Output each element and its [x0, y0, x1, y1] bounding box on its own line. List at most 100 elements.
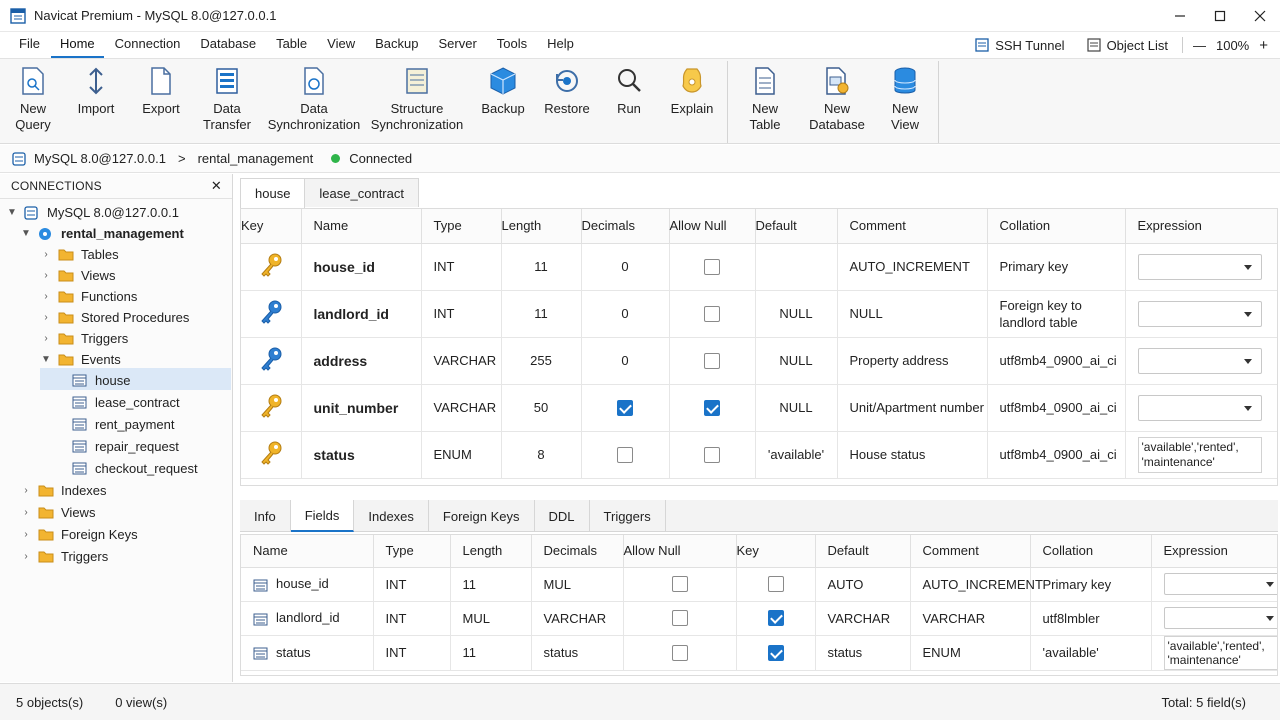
field-comment[interactable]: House status — [837, 431, 988, 479]
field-collation[interactable]: Primary key — [1030, 567, 1152, 602]
field-default[interactable]: NULL — [755, 337, 838, 385]
col-header-expression[interactable]: Expression — [1151, 535, 1277, 568]
tree-node-views-2[interactable]: › Views — [20, 502, 95, 523]
field-decimals[interactable]: 0 — [581, 337, 670, 385]
chevron-down-icon[interactable]: ▼ — [6, 207, 18, 218]
tree-node-views[interactable]: › Views — [40, 265, 115, 286]
field-length[interactable]: 11 — [450, 635, 532, 671]
field-comment[interactable]: Property address — [837, 337, 988, 385]
field-type[interactable]: VARCHAR — [421, 337, 502, 385]
col-header-key[interactable]: Key — [736, 535, 816, 568]
menu-file[interactable]: File — [10, 32, 49, 58]
col-header-expression[interactable]: Expression — [1125, 209, 1277, 244]
field-type[interactable]: ENUM — [421, 431, 502, 479]
menu-server[interactable]: Server — [429, 32, 485, 58]
field-type[interactable]: VARCHAR — [421, 384, 502, 432]
allow-null-checkbox[interactable] — [704, 305, 720, 322]
tree-node-foreign-keys[interactable]: › Foreign Keys — [20, 524, 137, 545]
col-header-key[interactable]: Key — [241, 209, 302, 244]
ssh-tunnel-button[interactable]: SSH Tunnel — [967, 38, 1072, 53]
table-row[interactable]: house_id INT 11 MUL AUTO AUTO_INCREMENT … — [241, 567, 1277, 602]
col-header-collation[interactable]: Collation — [987, 209, 1126, 244]
maximize-button[interactable] — [1200, 0, 1240, 32]
menu-tools[interactable]: Tools — [488, 32, 536, 58]
tree-node-events[interactable]: ▼ Events — [40, 349, 121, 370]
field-length[interactable]: 11 — [501, 290, 582, 338]
new-query-button[interactable]: New Query — [13, 65, 53, 141]
expression-text[interactable]: 'available','rented', 'maintenance' — [1163, 635, 1277, 670]
decimals-checkbox[interactable] — [617, 446, 633, 463]
field-collation[interactable]: utf8mb4_0900_ai_ci — [987, 384, 1126, 432]
expression-text[interactable]: 'available','rented', 'maintenance' — [1137, 436, 1262, 473]
field-name[interactable]: status — [276, 645, 311, 660]
expression-dropdown[interactable] — [1137, 347, 1262, 374]
allow-null-checkbox[interactable] — [671, 576, 688, 593]
col-header-length[interactable]: Length — [450, 535, 532, 568]
restore-button[interactable]: Restore — [544, 65, 590, 141]
tab-lease-contract[interactable]: lease_contract — [304, 178, 419, 207]
expression-dropdown[interactable] — [1137, 300, 1262, 327]
expression-dropdown[interactable] — [1163, 607, 1277, 629]
table-row[interactable]: unit_number VARCHAR 50 NULL Unit/Apartme… — [241, 384, 1277, 432]
chevron-right-icon[interactable]: › — [20, 507, 32, 518]
field-name[interactable]: unit_number — [301, 384, 422, 432]
key-checkbox[interactable] — [767, 644, 784, 661]
table-row[interactable]: address VARCHAR 255 0 NULL Property addr… — [241, 337, 1277, 385]
key-checkbox[interactable] — [767, 610, 784, 627]
col-header-default[interactable]: Default — [755, 209, 838, 244]
tree-item-rent-payment[interactable]: rent_payment — [72, 414, 175, 435]
tab-foreign-keys[interactable]: Foreign Keys — [429, 500, 535, 532]
expression-dropdown[interactable] — [1163, 573, 1277, 595]
allow-null-checkbox[interactable] — [704, 446, 720, 463]
field-comment[interactable]: ENUM — [910, 635, 1031, 671]
tree-node-tables[interactable]: › Tables — [40, 244, 118, 265]
chevron-right-icon[interactable]: › — [40, 291, 52, 302]
allow-null-checkbox[interactable] — [671, 644, 688, 661]
chevron-down-icon[interactable]: ▼ — [40, 354, 52, 365]
path-database[interactable]: rental_management — [198, 151, 314, 166]
menu-connection[interactable]: Connection — [106, 32, 190, 58]
field-type[interactable]: INT — [373, 601, 451, 636]
tab-house[interactable]: house — [240, 178, 306, 208]
tree-item-checkout-request[interactable]: checkout_request — [72, 458, 198, 479]
field-length[interactable]: 50 — [501, 384, 582, 432]
allow-null-checkbox[interactable] — [704, 352, 720, 369]
col-header-name[interactable]: Name — [241, 535, 374, 568]
field-collation[interactable]: 'available' — [1030, 635, 1152, 671]
path-connection[interactable]: MySQL 8.0@127.0.0.1 — [12, 151, 166, 166]
table-row[interactable]: landlord_id INT 11 0 NULL NULL Foreign k… — [241, 290, 1277, 338]
field-collation[interactable]: Foreign key to landlord table — [987, 290, 1126, 338]
field-comment[interactable]: AUTO_INCREMENT — [837, 243, 988, 291]
decimals-checkbox[interactable] — [617, 399, 633, 416]
table-row[interactable]: status ENUM 8 'available' House status u… — [241, 431, 1277, 479]
col-header-comment[interactable]: Comment — [910, 535, 1031, 568]
menu-database[interactable]: Database — [191, 32, 265, 58]
field-name[interactable]: house_id — [301, 243, 422, 291]
field-type[interactable]: INT — [421, 290, 502, 338]
field-decimals[interactable]: status — [531, 635, 624, 671]
chevron-right-icon[interactable]: › — [40, 249, 52, 260]
field-length[interactable]: 8 — [501, 431, 582, 479]
allow-null-checkbox[interactable] — [704, 399, 720, 416]
col-header-name[interactable]: Name — [301, 209, 422, 244]
tree-node-database[interactable]: ▼ rental_management — [20, 223, 184, 244]
new-table-button[interactable]: New Table — [735, 65, 795, 141]
col-header-decimals[interactable]: Decimals — [531, 535, 624, 568]
object-list-button[interactable]: Object List — [1079, 38, 1176, 53]
zoom-out-button[interactable]: — — [1189, 38, 1210, 53]
field-length[interactable]: MUL — [450, 601, 532, 636]
field-decimals[interactable]: 0 — [581, 243, 670, 291]
tree-item-lease-contract[interactable]: lease_contract — [72, 392, 180, 413]
field-type[interactable]: INT — [373, 567, 451, 602]
field-decimals[interactable]: 0 — [581, 290, 670, 338]
tree-node-triggers-2[interactable]: › Triggers — [20, 546, 108, 567]
field-decimals[interactable]: MUL — [531, 567, 624, 602]
tab-triggers[interactable]: Triggers — [590, 500, 666, 532]
minimize-button[interactable] — [1160, 0, 1200, 32]
expression-dropdown[interactable] — [1137, 253, 1262, 280]
tree-node-indexes[interactable]: › Indexes — [20, 480, 106, 501]
menu-table[interactable]: Table — [267, 32, 316, 58]
table-row[interactable]: status INT 11 status status ENUM 'availa… — [241, 635, 1277, 671]
table-row[interactable]: landlord_id INT MUL VARCHAR VARCHAR VARC… — [241, 601, 1277, 636]
field-type[interactable]: INT — [421, 243, 502, 291]
